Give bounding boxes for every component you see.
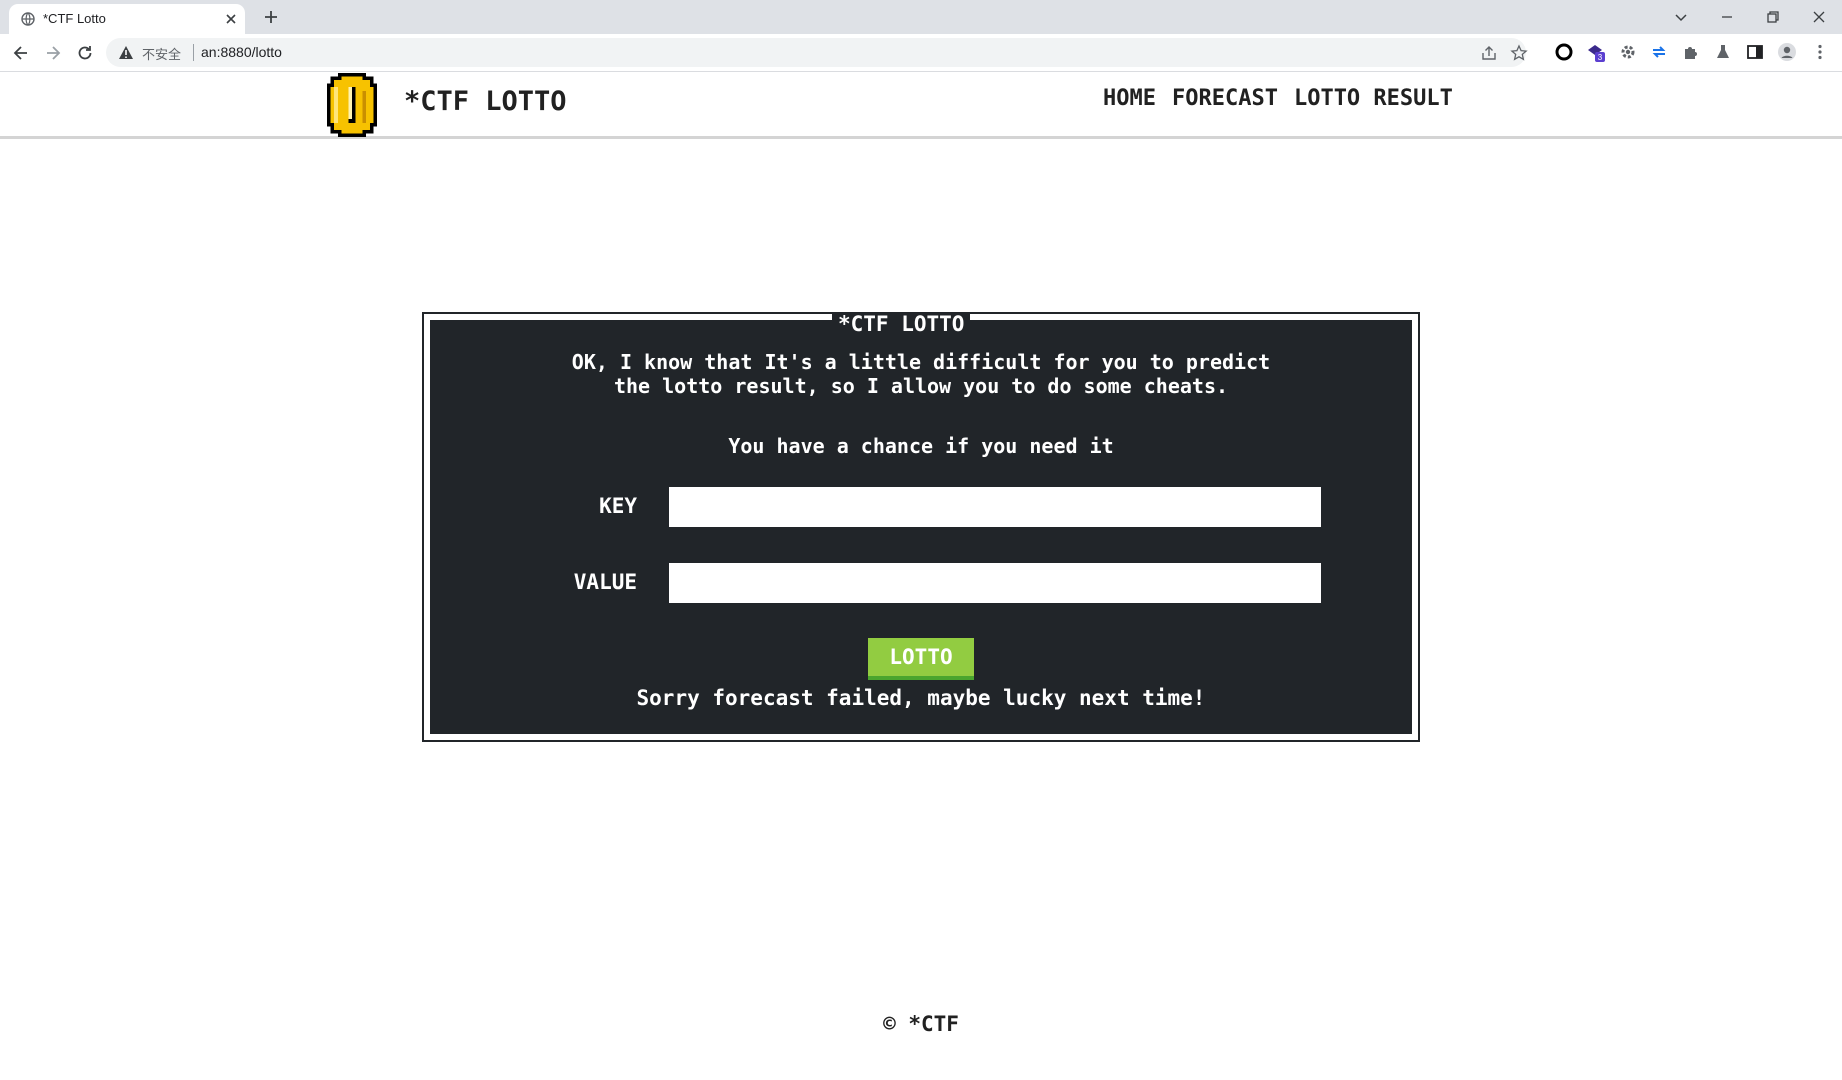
flask-icon[interactable] <box>1713 42 1733 62</box>
close-icon[interactable] <box>223 11 239 27</box>
nav-lotto-result[interactable]: LOTTO RESULT <box>1294 86 1453 111</box>
puzzle-icon[interactable] <box>1681 42 1701 62</box>
chance-text: You have a chance if you need it <box>728 434 1114 458</box>
key-label: KEY <box>599 494 637 518</box>
close-window-icon[interactable] <box>1810 8 1828 26</box>
plus-icon[interactable] <box>262 8 280 26</box>
side-panel-icon[interactable] <box>1745 42 1765 62</box>
key-input[interactable] <box>669 487 1321 527</box>
back-icon[interactable] <box>11 43 31 63</box>
reload-icon[interactable] <box>75 43 95 63</box>
star-icon[interactable] <box>1510 44 1528 62</box>
site-brand[interactable]: *CTF LOTTO <box>404 86 567 117</box>
browser-tab[interactable]: *CTF Lotto <box>9 4 245 34</box>
warning-icon[interactable] <box>118 45 134 60</box>
browser-tabstrip: *CTF Lotto <box>0 0 1842 34</box>
value-label: VALUE <box>573 570 637 594</box>
result-message: Sorry forecast failed, maybe lucky next … <box>636 686 1206 710</box>
chevron-down-icon[interactable] <box>1672 8 1690 26</box>
nav-forecast[interactable]: FORECAST <box>1172 86 1278 111</box>
message-line-1: OK, I know that It's a little difficult … <box>571 350 1271 374</box>
menu-icon[interactable] <box>1810 42 1830 62</box>
gear-icon[interactable] <box>1618 42 1638 62</box>
share-icon[interactable] <box>1480 44 1498 62</box>
forward-icon[interactable] <box>43 43 63 63</box>
restore-icon[interactable] <box>1764 8 1782 26</box>
omnibox-divider <box>193 44 194 61</box>
panel-title: *CTF LOTTO <box>832 309 971 336</box>
lotto-button[interactable]: LOTTO <box>868 638 974 680</box>
extension-badge-icon[interactable]: 3 <box>1585 42 1605 62</box>
nav-home[interactable]: HOME <box>1103 86 1156 111</box>
insecure-label[interactable]: 不安全 <box>142 44 181 63</box>
message-line-2: the lotto result, so I allow you to do s… <box>613 374 1229 398</box>
tab-title: *CTF Lotto <box>43 11 106 26</box>
site-header: *CTF LOTTO HOME FORECAST LOTTO RESULT <box>0 72 1842 139</box>
extension-badge-count: 3 <box>1598 53 1603 62</box>
browser-toolbar: 不安全 an:8880/lotto 3 <box>0 34 1842 72</box>
profile-icon[interactable] <box>1777 42 1797 62</box>
site-nav: HOME FORECAST LOTTO RESULT <box>1103 86 1469 111</box>
url-text[interactable]: an:8880/lotto <box>201 44 282 60</box>
globe-icon <box>21 12 35 26</box>
footer-copyright: © *CTF <box>883 1012 959 1036</box>
value-input[interactable] <box>669 563 1321 603</box>
sync-icon[interactable] <box>1649 42 1669 62</box>
extension-ring-icon[interactable] <box>1554 42 1574 62</box>
address-bar[interactable]: 不安全 an:8880/lotto <box>106 38 1528 67</box>
minimize-icon[interactable] <box>1718 8 1736 26</box>
coin-icon[interactable] <box>323 73 381 137</box>
